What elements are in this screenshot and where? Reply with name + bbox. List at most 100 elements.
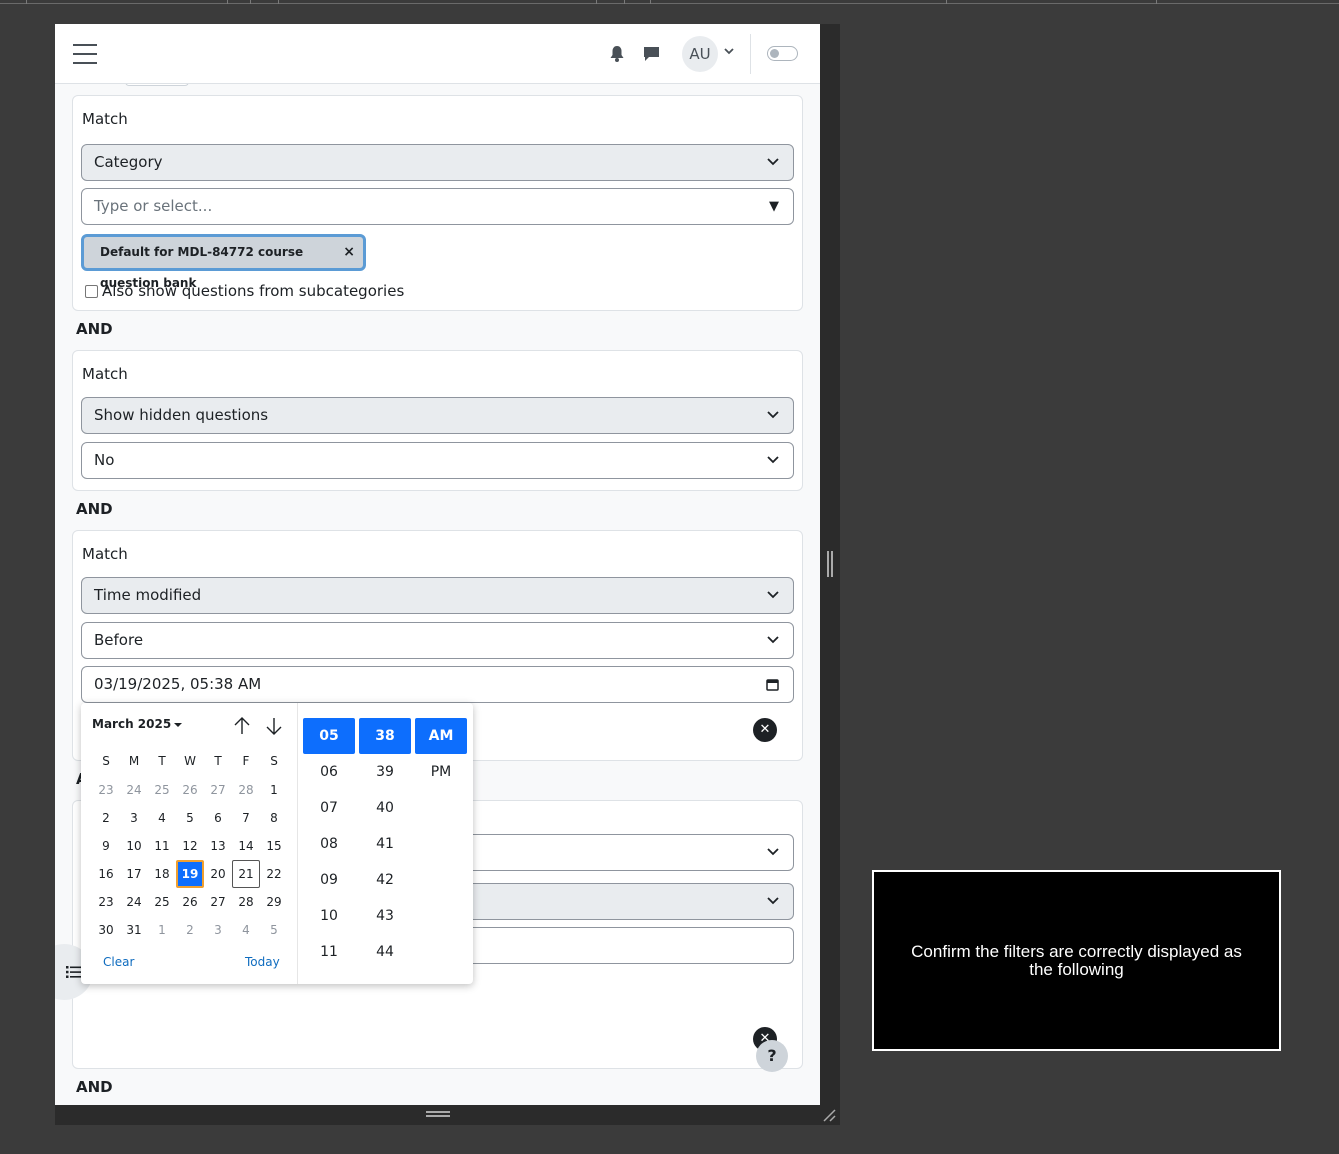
filter-type-select[interactable]: Show hidden questions [81, 397, 794, 434]
calendar-icon[interactable] [766, 678, 779, 691]
calendar-day[interactable]: 8 [260, 804, 288, 832]
calendar-day[interactable]: 18 [148, 860, 176, 888]
calendar-day[interactable]: 23 [92, 888, 120, 916]
calendar-day[interactable]: 12 [176, 832, 204, 860]
calendar-day[interactable]: 25 [148, 776, 176, 804]
datetime-input[interactable]: 03/19/2025, 05:38 AM [81, 666, 794, 703]
calendar-day[interactable]: 24 [120, 888, 148, 916]
calendar-day[interactable]: 15 [260, 832, 288, 860]
calendar-day[interactable]: 24 [120, 776, 148, 804]
bottom-resize-handle[interactable] [426, 1111, 450, 1117]
calendar-day[interactable]: 6 [204, 804, 232, 832]
calendar-day[interactable]: 16 [92, 860, 120, 888]
calendar-day[interactable]: 1 [260, 776, 288, 804]
arrow-up-icon[interactable] [232, 716, 252, 736]
calendar-day[interactable]: 3 [204, 916, 232, 944]
calendar-day[interactable]: 26 [176, 888, 204, 916]
calendar-day[interactable]: 2 [92, 804, 120, 832]
match-label: Match [82, 110, 128, 128]
menu-icon[interactable] [73, 44, 97, 64]
calendar-day[interactable]: 26 [176, 776, 204, 804]
top-ruler [0, 0, 1339, 4]
minute-option[interactable]: 38 [359, 718, 411, 754]
hour-option[interactable]: 10 [303, 898, 355, 934]
minute-option[interactable]: 43 [359, 898, 411, 934]
remove-filter-button[interactable]: ✕ [753, 718, 777, 742]
calendar-day[interactable]: 14 [232, 832, 260, 860]
calendar-day[interactable]: 21 [232, 860, 260, 888]
hours-column: 05 06 07 08 09 10 11 [303, 718, 355, 970]
arrow-down-icon[interactable] [264, 716, 284, 736]
side-resize-handle[interactable] [827, 551, 833, 577]
category-autocomplete-input[interactable]: Type or select... ▼ [81, 188, 794, 225]
calendar-day[interactable]: 11 [148, 832, 176, 860]
calendar-day[interactable]: 23 [92, 776, 120, 804]
calendar-day[interactable]: 3 [120, 804, 148, 832]
calendar-day[interactable]: 22 [260, 860, 288, 888]
minute-option[interactable]: 42 [359, 862, 411, 898]
hour-option[interactable]: 06 [303, 754, 355, 790]
calendar-day[interactable]: 30 [92, 916, 120, 944]
filter-type-select[interactable]: Category [81, 144, 794, 181]
month-dropdown[interactable]: March 2025 [92, 717, 183, 731]
filter-card-hidden: Match Show hidden questions No [72, 350, 803, 491]
calendar-day[interactable]: 28 [232, 888, 260, 916]
hour-option[interactable]: 07 [303, 790, 355, 826]
calendar-day[interactable]: 4 [232, 916, 260, 944]
help-button[interactable]: ? [756, 1040, 788, 1072]
clear-button[interactable]: Clear [103, 955, 134, 969]
calendar-day[interactable]: 31 [120, 916, 148, 944]
list-icon[interactable] [66, 965, 82, 979]
filter-type-select[interactable]: Time modified [81, 577, 794, 614]
today-button[interactable]: Today [245, 955, 280, 969]
minutes-column: 38 39 40 41 42 43 44 [359, 718, 411, 970]
hour-option[interactable]: 05 [303, 718, 355, 754]
calendar-day[interactable]: 7 [232, 804, 260, 832]
calendar-day[interactable]: 5 [176, 804, 204, 832]
meridiem-column: AM PM [415, 718, 467, 790]
filter-type-value: Category [94, 153, 163, 171]
filter-type-value: Show hidden questions [94, 406, 269, 424]
calendar-day[interactable]: 25 [148, 888, 176, 916]
chevron-down-icon[interactable] [724, 48, 734, 55]
corner-resize-icon[interactable] [821, 1107, 837, 1123]
calendar-day[interactable]: 1 [148, 916, 176, 944]
minute-option[interactable]: 40 [359, 790, 411, 826]
calendar-day[interactable]: 9 [92, 832, 120, 860]
meridiem-option[interactable]: AM [415, 718, 467, 754]
nav-divider [750, 34, 751, 74]
calendar-day[interactable]: 27 [204, 776, 232, 804]
chevron-down-icon [767, 456, 779, 464]
hour-option[interactable]: 09 [303, 862, 355, 898]
messages-icon[interactable] [643, 46, 660, 62]
time-operator-select[interactable]: Before [81, 622, 794, 659]
minute-option[interactable]: 41 [359, 826, 411, 862]
meridiem-option[interactable]: PM [415, 754, 467, 790]
calendar-day[interactable]: 20 [204, 860, 232, 888]
hour-option[interactable]: 11 [303, 934, 355, 970]
hour-option[interactable]: 08 [303, 826, 355, 862]
avatar[interactable]: AU [682, 36, 718, 72]
subcategories-checkbox[interactable] [85, 285, 98, 298]
weekday-label: T [158, 754, 166, 768]
dropdown-triangle-icon[interactable]: ▼ [769, 189, 779, 224]
chevron-down-icon [767, 158, 779, 166]
calendar-day[interactable]: 2 [176, 916, 204, 944]
weekday-label: W [184, 754, 196, 768]
minute-option[interactable]: 44 [359, 934, 411, 970]
calendar-day[interactable]: 13 [204, 832, 232, 860]
calendar-day[interactable]: 4 [148, 804, 176, 832]
calendar-day[interactable]: 27 [204, 888, 232, 916]
minute-option[interactable]: 39 [359, 754, 411, 790]
calendar-day[interactable]: 28 [232, 776, 260, 804]
selected-category-pill[interactable]: Default for MDL-84772 course question ba… [81, 234, 366, 290]
calendar-day[interactable]: 29 [260, 888, 288, 916]
edit-mode-toggle[interactable] [767, 46, 798, 61]
calendar-day[interactable]: 5 [260, 916, 288, 944]
hidden-value-select[interactable]: No [81, 442, 794, 479]
calendar-day[interactable]: 17 [120, 860, 148, 888]
pill-remove-icon[interactable]: × [343, 237, 355, 268]
calendar-day[interactable]: 10 [120, 832, 148, 860]
bell-icon[interactable] [610, 46, 624, 62]
calendar-day[interactable]: 19 [176, 860, 204, 888]
